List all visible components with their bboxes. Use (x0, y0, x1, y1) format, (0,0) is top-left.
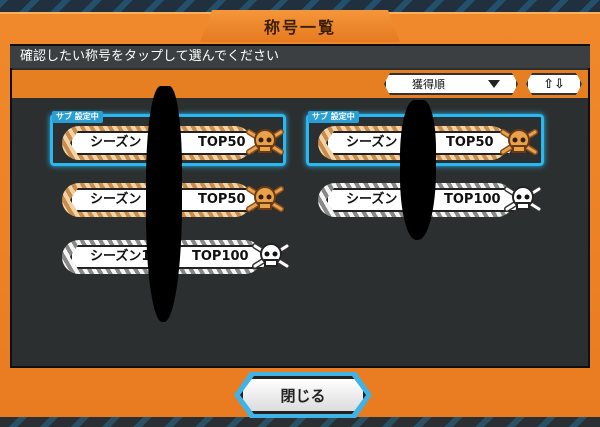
title-badge-season: シーズン (346, 192, 398, 207)
close-button-label: 閉じる (280, 386, 326, 405)
title-badge-season: シーズン (90, 135, 142, 150)
sub-status-badge: サブ 設定中 (52, 111, 103, 123)
chevron-down-icon (488, 80, 500, 88)
dialog-header: 称号一覧 (200, 10, 400, 42)
sort-order-toggle[interactable]: ⇧⇩ (526, 73, 582, 95)
title-badge-rank: TOP50 (198, 135, 246, 150)
skull-icon (504, 186, 542, 212)
skull-icon (246, 186, 284, 212)
skull-icon (500, 129, 538, 155)
redaction-mark (146, 86, 182, 322)
skull-icon (246, 129, 284, 155)
redaction-mark (400, 100, 436, 240)
title-badge-season: シーズン (346, 135, 398, 150)
sort-dropdown-label: 獲得順 (412, 78, 445, 91)
skull-icon (252, 243, 290, 269)
title-badge-rank: TOP100 (192, 249, 249, 264)
sort-order-icon: ⇧⇩ (543, 76, 565, 92)
sub-status-badge: サブ 設定中 (308, 111, 359, 123)
dialog-title: 称号一覧 (263, 18, 336, 37)
title-badge-rank: TOP50 (198, 192, 246, 207)
title-badge-season: シーズン (90, 192, 142, 207)
close-button[interactable]: 閉じる (240, 376, 366, 414)
sort-dropdown[interactable]: 獲得順 (384, 73, 518, 95)
title-badge-rank: TOP50 (446, 135, 494, 150)
instruction-text: 確認したい称号をタップして選んでください (10, 46, 590, 68)
title-badge-season: シーズン1 (90, 249, 151, 264)
title-badge-rank: TOP100 (444, 192, 501, 207)
